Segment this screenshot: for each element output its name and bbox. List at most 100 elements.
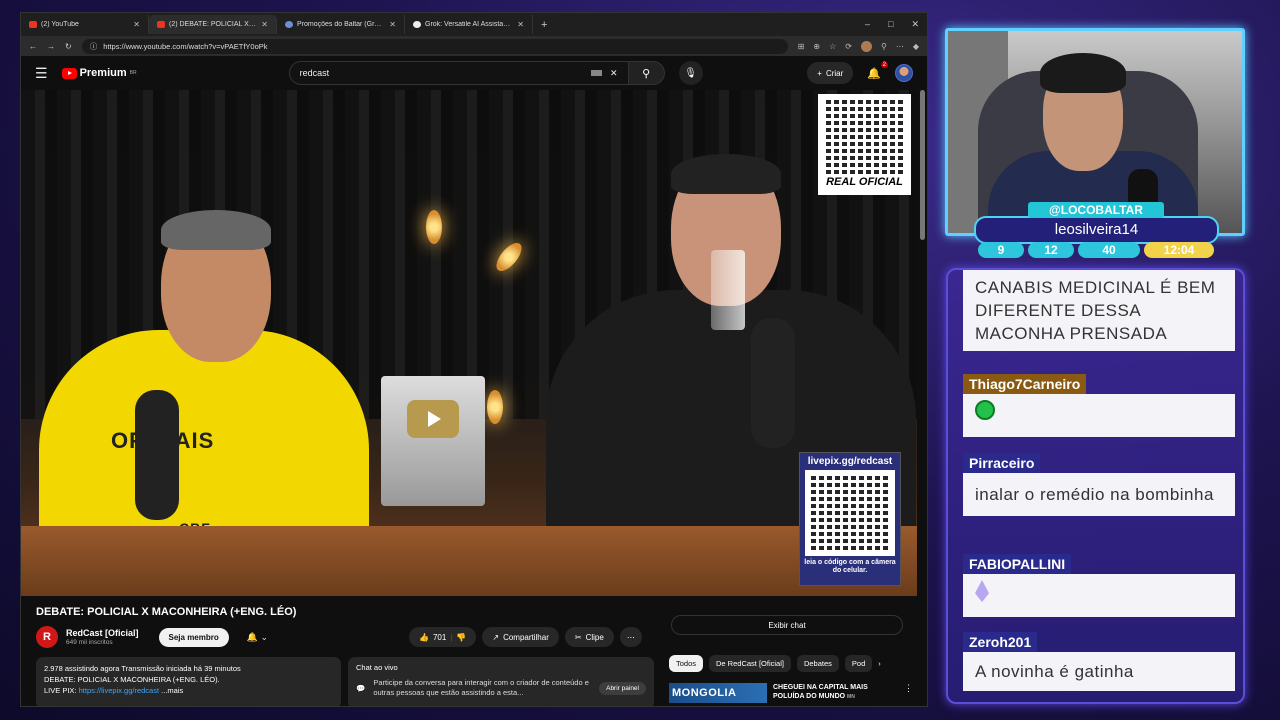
hamburger-menu-icon[interactable]: ☰ <box>35 65 48 82</box>
chat-username: FABIOPALLINI <box>963 554 1072 574</box>
minimize-button[interactable]: – <box>865 19 870 30</box>
extension-icons: ⊞ ⊕ ☆ ⟳ ⚲ ⋯ ◆ <box>798 40 919 52</box>
chip-channel[interactable]: De RedCast [Oficial] <box>709 655 791 672</box>
window-controls: – □ ✕ <box>865 19 927 30</box>
silver-play-button-plaque <box>381 376 485 506</box>
channel-avatar[interactable]: R <box>36 626 58 648</box>
channel-name[interactable]: RedCast [Oficial] <box>66 628 139 638</box>
refresh-extension-icon[interactable]: ⟳ <box>845 42 852 51</box>
chat-message-text: inalar o remédio na bombinha <box>963 473 1235 516</box>
url-field[interactable]: ⓘ https://www.youtube.com/watch?v=vPAETf… <box>81 38 788 54</box>
clip-label: Clipe <box>585 632 604 642</box>
youtube-logo[interactable]: Premium BR <box>61 67 137 79</box>
like-count: 701 <box>432 632 447 642</box>
logo-text: Premium <box>79 67 127 79</box>
like-button[interactable]: 👍 701 | 👎 <box>409 627 477 647</box>
forward-icon[interactable]: → <box>47 42 55 51</box>
maximize-button[interactable]: □ <box>888 19 893 30</box>
tab-title: (2) DEBATE: POLICIAL X MACONHEIRA <box>169 21 257 28</box>
close-icon[interactable]: ✕ <box>389 20 396 29</box>
host-right-hair <box>671 154 781 194</box>
qr-label: REAL OFICIAL <box>826 176 903 188</box>
studio-microphone <box>135 390 179 520</box>
globe-icon <box>285 21 293 28</box>
chip-debates[interactable]: Debates <box>796 655 839 672</box>
zoom-icon[interactable]: ⊕ <box>813 42 820 51</box>
profile-extension-icon[interactable] <box>860 40 872 52</box>
chat-message: Pirraceiro inalar o remédio na bombinha <box>963 453 1235 516</box>
account-avatar[interactable] <box>895 64 913 82</box>
tab-youtube-home[interactable]: (2) YouTube ✕ <box>21 15 149 34</box>
live-chat-card: Chat ao vivo 💬 Participe da conversa par… <box>348 657 654 706</box>
chevron-right-icon[interactable]: › <box>878 659 881 668</box>
apps-icon[interactable]: ⊞ <box>798 42 805 51</box>
notifications-button[interactable]: 🔔 2 <box>867 61 888 80</box>
star-icon[interactable]: ☆ <box>829 42 836 51</box>
voice-search-button[interactable]: 🎙 <box>678 61 703 85</box>
chat-bubble-icon: 💬 <box>356 683 366 693</box>
thumbs-down-icon[interactable]: 👎 <box>456 633 466 642</box>
header-actions: + Criar 🔔 2 <box>807 61 913 84</box>
reload-icon[interactable]: ↻ <box>65 42 72 51</box>
video-player[interactable]: OFICIAIS CBF REAL OFICIAL livepix.gg/red… <box>21 90 917 596</box>
close-icon[interactable]: ✕ <box>133 20 140 29</box>
close-icon[interactable]: ✕ <box>517 20 524 29</box>
menu-dots-icon[interactable]: ⋯ <box>896 42 904 51</box>
page-scrollbar[interactable] <box>920 90 925 240</box>
streamer-hair <box>1040 53 1126 93</box>
create-button[interactable]: + Criar <box>807 62 854 84</box>
join-button[interactable]: Seja membro <box>158 627 229 647</box>
description-text: DEBATE: POLICIAL X MACONHEIRA (+ENG. LÉO… <box>44 675 220 684</box>
tab-promocoes[interactable]: Promoções do Baltar (Grupo de ... ✕ <box>277 15 405 34</box>
subscription-bell-icon[interactable]: 🔔 ⌄ <box>247 632 268 643</box>
chat-username: Zeroh201 <box>963 632 1038 652</box>
keyboard-icon[interactable] <box>591 70 603 76</box>
tab-grok[interactable]: Grok: Versatile AI Assistant Capa... ✕ <box>405 15 533 34</box>
show-chat-button[interactable]: Exibir chat <box>671 615 903 635</box>
tab-debate[interactable]: (2) DEBATE: POLICIAL X MACONHEIRA ✕ <box>149 15 277 34</box>
description-pix-label: LIVE PIX: <box>44 686 79 695</box>
clip-button[interactable]: ✂ Clipe <box>564 627 614 647</box>
create-label: Criar <box>825 68 844 78</box>
livepix-link[interactable]: https://livepix.gg/redcast <box>79 686 159 695</box>
share-button[interactable]: ↗ Compartilhar <box>482 627 559 647</box>
close-window-button[interactable]: ✕ <box>911 19 919 30</box>
search-input[interactable]: redcast ✕ <box>288 61 629 85</box>
more-icon: ⋯ <box>626 632 635 642</box>
logo-region: BR <box>129 70 137 76</box>
open-panel-button[interactable]: Abrir painel <box>599 681 646 695</box>
live-chat-title: Chat ao vivo <box>356 663 398 672</box>
water-glass <box>711 250 745 330</box>
chat-username: Pirraceiro <box>963 453 1041 473</box>
tab-bar: (2) YouTube ✕ (2) DEBATE: POLICIAL X MAC… <box>21 13 927 36</box>
livepix-caption: leia o código com a câmera do celular. <box>804 559 896 574</box>
show-more-link[interactable]: ...mais <box>161 686 183 695</box>
extensions-icon[interactable]: ⚲ <box>881 42 887 51</box>
recommended-thumbnail[interactable]: MONGOLIA <box>669 683 767 703</box>
viewer-name: leosilveira14 <box>974 216 1219 244</box>
live-chat-description: Participe da conversa para interagir com… <box>373 678 589 697</box>
stat-badge: 40 <box>1078 242 1140 258</box>
recommended-badge: MN <box>847 694 855 700</box>
back-icon[interactable]: ← <box>29 42 37 51</box>
site-info-icon[interactable]: ⓘ <box>90 41 98 52</box>
chip-todos[interactable]: Todos <box>669 655 704 672</box>
chat-message-body <box>963 394 1235 437</box>
recommended-video[interactable]: MONGOLIA CHEGUEI NA CAPITAL MAIS POLUÍDA… <box>669 683 913 703</box>
search-button[interactable]: ⚲ <box>628 61 665 85</box>
clear-search-icon[interactable]: ✕ <box>610 68 618 79</box>
notification-badge: 2 <box>880 61 888 68</box>
video-description[interactable]: 2.978 assistindo agora Transmissão inici… <box>36 657 341 706</box>
chip-pod[interactable]: Pod <box>844 655 873 672</box>
host-left-hair <box>161 210 271 250</box>
copilot-icon[interactable]: ◆ <box>913 42 919 51</box>
new-tab-button[interactable]: + <box>533 19 555 31</box>
lamp-bulb <box>487 390 503 424</box>
stream-clock: 12:04 <box>1144 242 1214 258</box>
stat-badge: 9 <box>978 242 1024 258</box>
browser-window: (2) YouTube ✕ (2) DEBATE: POLICIAL X MAC… <box>20 12 928 707</box>
close-icon[interactable]: ✕ <box>261 20 268 29</box>
more-actions-button[interactable]: ⋯ <box>619 627 642 647</box>
more-icon[interactable]: ⋮ <box>904 683 913 703</box>
qr-code-icon <box>825 98 904 174</box>
